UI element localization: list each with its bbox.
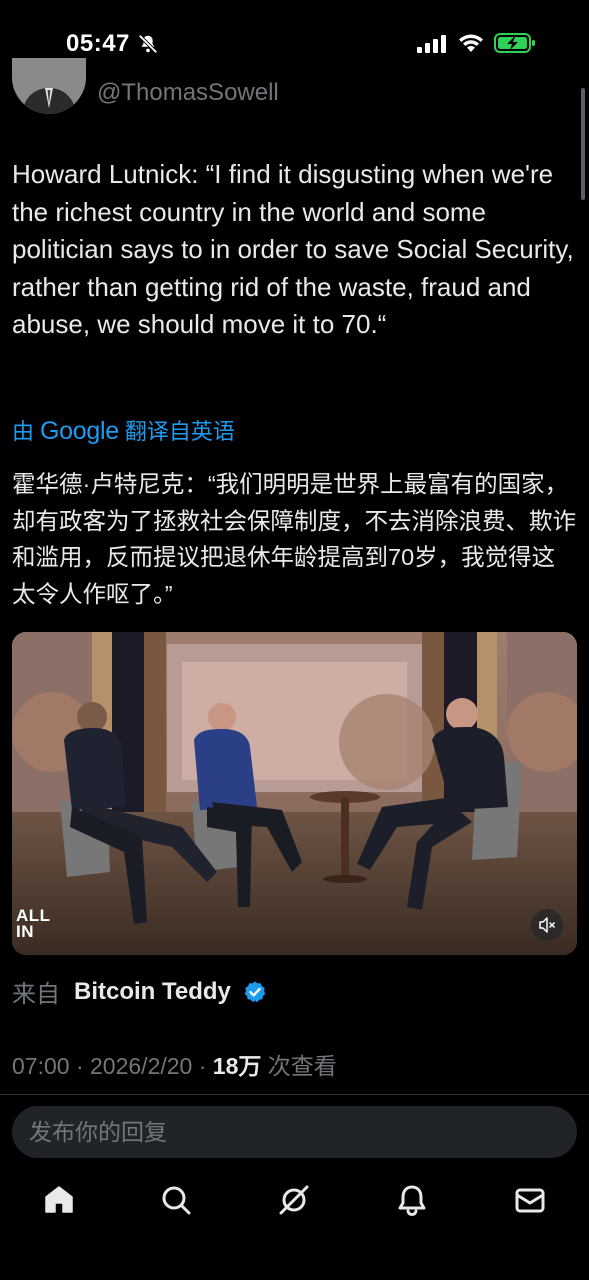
- tab-notifications[interactable]: [394, 1182, 430, 1218]
- tweet-time: 07:00: [12, 1053, 70, 1079]
- watermark-line-2: IN: [16, 922, 34, 941]
- tab-search[interactable]: [158, 1182, 194, 1218]
- search-icon: [162, 1186, 191, 1215]
- translated-text: 霍华德·卢特尼克：“我们明明是世界上最富有的国家，却有政客为了拯救社会保障制度，…: [12, 471, 576, 607]
- translation-attribution[interactable]: 由 Google 翻译自英语: [12, 414, 235, 446]
- verified-badge-icon: [244, 981, 266, 1002]
- bell-off-icon: [138, 34, 158, 54]
- source-prefix: 来自: [12, 981, 60, 1008]
- translation-prefix: 由: [12, 419, 35, 444]
- notifications-icon: [398, 1185, 426, 1217]
- view-count[interactable]: 18万: [213, 1053, 262, 1079]
- tweet-date: 2026/2/20: [90, 1053, 193, 1079]
- translation-suffix: 翻译自英语: [124, 419, 235, 444]
- meta-separator: ·: [192, 1053, 213, 1079]
- reply-input[interactable]: [12, 1106, 577, 1158]
- scrollbar[interactable]: [581, 88, 585, 200]
- messages-icon: [515, 1188, 545, 1213]
- tab-messages[interactable]: [512, 1182, 548, 1218]
- video-frame: [12, 632, 577, 955]
- wifi-icon: [459, 34, 483, 52]
- home-icon: [45, 1186, 73, 1213]
- view-count-label: 次查看: [261, 1053, 337, 1079]
- battery-charging-icon: [494, 33, 535, 53]
- volume-muted-icon: [539, 917, 556, 933]
- video-player[interactable]: ALL IN: [12, 632, 577, 955]
- bottom-tab-bar: [0, 1170, 589, 1232]
- mute-button[interactable]: [531, 909, 563, 941]
- tab-grok[interactable]: [276, 1182, 312, 1218]
- grok-icon: [279, 1185, 309, 1215]
- status-bar: 05:47: [0, 0, 589, 88]
- google-logo: Google: [40, 417, 119, 445]
- video-watermark: ALL IN: [16, 907, 51, 941]
- status-time: 05:47: [66, 30, 130, 57]
- tweet-text: Howard Lutnick: “I find it disgusting wh…: [12, 159, 574, 339]
- divider: [0, 1094, 589, 1095]
- video-source: 来自 Bitcoin Teddy: [12, 974, 267, 1009]
- tweet-meta: 07:00 · 2026/2/20 · 18万 次查看: [12, 1047, 337, 1081]
- source-account-name[interactable]: Bitcoin Teddy: [74, 978, 231, 1006]
- tweet-detail-screen: 05:47 @ThomasSowell Howard Lutnick: “I f…: [0, 0, 589, 1280]
- signal-icon: [417, 35, 446, 53]
- author-handle[interactable]: @ThomasSowell: [97, 79, 279, 107]
- avatar[interactable]: [12, 58, 86, 114]
- tab-home[interactable]: [41, 1182, 77, 1218]
- meta-separator: ·: [69, 1053, 91, 1079]
